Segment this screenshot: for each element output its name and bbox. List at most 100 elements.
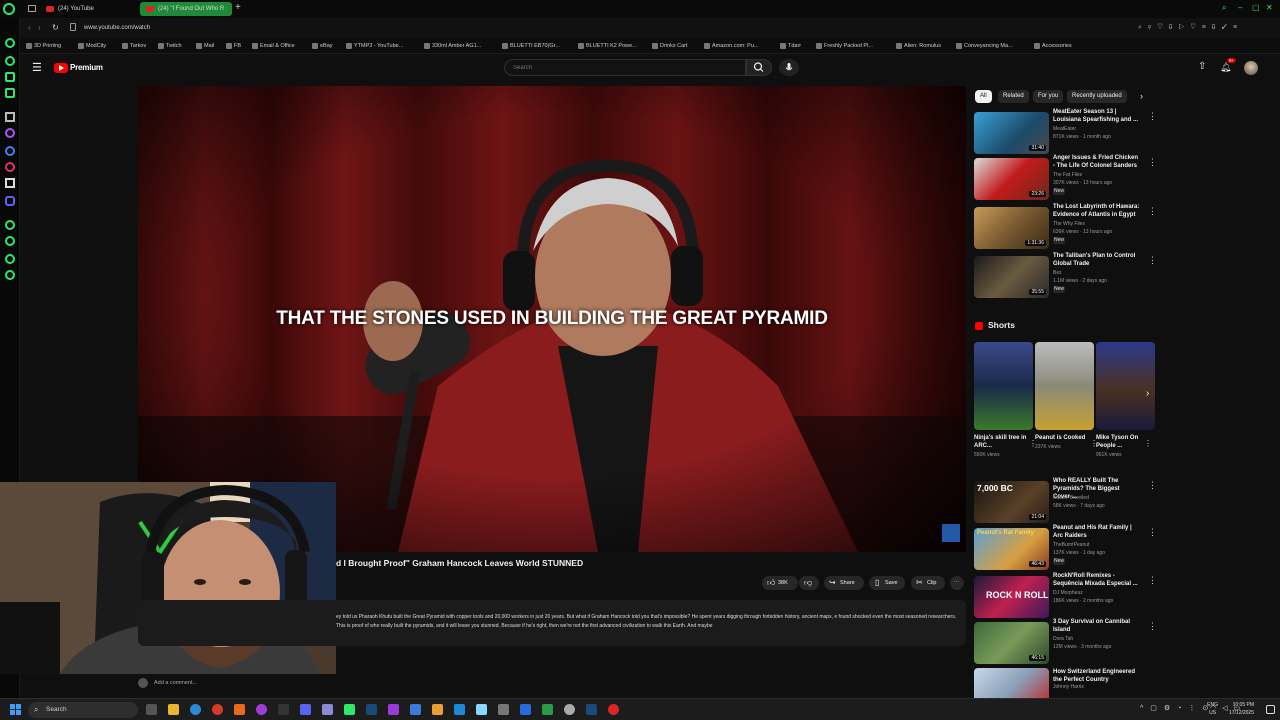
- sidebar-chat-icon[interactable]: [5, 72, 15, 82]
- sidebar-home-icon[interactable]: [5, 112, 15, 122]
- dislike-button[interactable]: 👎︎: [799, 576, 819, 590]
- bookmark-item[interactable]: Email & Office: [252, 41, 295, 51]
- recommendation-item[interactable]: 7,000 BC 21:04 Who REALLY Built The Pyra…: [974, 478, 1157, 525]
- back-icon[interactable]: ‹: [28, 22, 31, 34]
- voice-search-button[interactable]: [779, 59, 799, 76]
- bookmark-item[interactable]: Conveyancing Ma...: [956, 41, 1013, 51]
- more-vertical-icon[interactable]: ⋮: [1148, 112, 1157, 121]
- minimize-icon[interactable]: –: [1238, 3, 1242, 13]
- bookmark-item[interactable]: YTMP3 - YouTube...: [346, 41, 403, 51]
- more-vertical-icon[interactable]: ⋮: [1148, 481, 1157, 490]
- bookmark-item[interactable]: eBay: [312, 41, 333, 51]
- app-icon[interactable]: [388, 704, 399, 715]
- sidebar-discord-icon[interactable]: [5, 196, 15, 206]
- app-icon[interactable]: [520, 704, 531, 715]
- app-icon[interactable]: [344, 704, 355, 715]
- taskbar-search[interactable]: ⌕ Search: [28, 702, 138, 718]
- sidebar-instagram-icon[interactable]: [5, 162, 15, 172]
- chip-recently-uploaded[interactable]: Recently uploaded: [1067, 90, 1127, 103]
- app-icon[interactable]: [278, 704, 289, 715]
- bookmark-item[interactable]: 3D Printing: [26, 41, 61, 51]
- sidebar-more-icon[interactable]: [5, 270, 15, 280]
- bookmark-item[interactable]: Tdarr: [780, 41, 801, 51]
- recommendation-item[interactable]: How Switzerland Engineered the Perfect C…: [974, 668, 1154, 698]
- bookmark-item[interactable]: 330ml Amber AG1...: [424, 41, 481, 51]
- taskbar-clock[interactable]: 10:05 PM 17/12/2025: [1229, 701, 1254, 717]
- bookmark-item[interactable]: Accessories: [1034, 41, 1072, 51]
- youtube-logo[interactable]: Premium: [54, 62, 104, 74]
- app-icon[interactable]: [608, 704, 619, 715]
- bookmark-item[interactable]: FB: [226, 41, 241, 51]
- sidebar-settings-icon[interactable]: [5, 254, 15, 264]
- address-bar-tools-icon[interactable]: ⌕⚲♡⇩▷♡≡⇩✓≡: [1138, 22, 1243, 34]
- url-field[interactable]: www.youtube.com/watch: [84, 22, 150, 34]
- app-icon[interactable]: [498, 704, 509, 715]
- short-item[interactable]: Peanut is Cooked 237K views: [1035, 342, 1094, 450]
- chip-related[interactable]: Related: [998, 90, 1029, 103]
- sidebar-twitch-icon[interactable]: [5, 128, 15, 138]
- window-search-icon[interactable]: ⌕: [1222, 3, 1226, 13]
- search-input[interactable]: [504, 59, 746, 76]
- recommendation-item[interactable]: 35:55 The Taliban's Plan to Control Glob…: [974, 253, 1157, 300]
- settings-icon[interactable]: [564, 704, 575, 715]
- bookmark-item[interactable]: Freshly Packed Pl...: [816, 41, 873, 51]
- more-vertical-icon[interactable]: ⋮: [1148, 622, 1157, 631]
- lock-icon[interactable]: [70, 23, 76, 31]
- tab-active-video[interactable]: (24) "I Found Out Who R: [140, 2, 232, 16]
- sidebar-clock-icon[interactable]: [5, 236, 15, 246]
- clip-button[interactable]: ✂ Clip: [911, 576, 945, 590]
- bookmark-item[interactable]: Amazon.com: Pu...: [704, 41, 758, 51]
- edge-icon[interactable]: [190, 704, 201, 715]
- bookmark-item[interactable]: Mail: [196, 41, 214, 51]
- bookmark-item[interactable]: Tarkov: [122, 41, 146, 51]
- opera-gx-taskbar-icon[interactable]: [212, 704, 223, 715]
- menu-icon[interactable]: ☰: [32, 62, 42, 74]
- more-actions-button[interactable]: ⋯: [950, 576, 964, 590]
- bookmark-item[interactable]: Twitch: [158, 41, 182, 51]
- video-branding-icon[interactable]: [942, 524, 960, 542]
- sidebar-x-icon[interactable]: [5, 178, 15, 188]
- system-tray-icons[interactable]: ^▢⚙◔⋮⊙: [1140, 704, 1215, 712]
- more-vertical-icon[interactable]: ⋮: [1148, 576, 1157, 585]
- save-button[interactable]: ▯ Save: [869, 576, 905, 590]
- chips-next-icon[interactable]: ›: [1140, 90, 1143, 103]
- new-tab-icon[interactable]: +: [235, 2, 241, 14]
- app-icon[interactable]: [586, 704, 597, 715]
- bookmark-item[interactable]: BLUETTI EB70(Gr...: [502, 41, 560, 51]
- app-icon[interactable]: [322, 704, 333, 715]
- tab-youtube[interactable]: (24) YouTube: [40, 2, 136, 16]
- like-button[interactable]: 👍︎ 38K: [762, 576, 798, 590]
- bookmark-item[interactable]: BLUETTI K2 Powe...: [578, 41, 637, 51]
- bookmark-item[interactable]: Drinks Cart: [652, 41, 688, 51]
- app-icon[interactable]: [432, 704, 443, 715]
- sidebar-extensions-icon[interactable]: [5, 56, 15, 66]
- sidebar-messenger-icon[interactable]: [5, 146, 15, 156]
- sidebar-history-icon[interactable]: [5, 38, 15, 48]
- short-item[interactable]: Ninja's skill tree in ARC... 550K views: [974, 342, 1033, 458]
- sidebar-bookmarks-icon[interactable]: [5, 88, 15, 98]
- maximize-icon[interactable]: ▢: [1252, 3, 1260, 13]
- forward-icon[interactable]: ›: [38, 22, 41, 34]
- comment-input[interactable]: Add a comment...: [154, 680, 197, 686]
- recommendation-item[interactable]: 46:15 3 Day Survival on Cannibal Island …: [974, 619, 1157, 666]
- bookmark-item[interactable]: ModCity: [78, 41, 106, 51]
- chip-all[interactable]: All: [975, 90, 992, 103]
- more-vertical-icon[interactable]: ⋮: [1029, 439, 1037, 448]
- recommendation-item[interactable]: Peanut's Rat Family 46:43 Peanut and His…: [974, 525, 1157, 572]
- app-icon[interactable]: [410, 704, 421, 715]
- task-view-icon[interactable]: [146, 704, 157, 715]
- recommendation-item[interactable]: ROCK N ROLL RockN'Roll Remixes - Sequênc…: [974, 573, 1157, 620]
- more-vertical-icon[interactable]: ⋮: [1148, 158, 1157, 167]
- sidebar-player-icon[interactable]: [5, 220, 15, 230]
- reload-icon[interactable]: ↻: [52, 22, 59, 34]
- avatar[interactable]: [1244, 61, 1258, 75]
- opera-gx-icon[interactable]: [3, 3, 15, 15]
- discord-icon[interactable]: [300, 704, 311, 715]
- app-icon[interactable]: [454, 704, 465, 715]
- more-vertical-icon[interactable]: ⋮: [1148, 528, 1157, 537]
- tab-list-icon[interactable]: [28, 5, 36, 12]
- excel-icon[interactable]: [542, 704, 553, 715]
- chip-for-you[interactable]: For you: [1033, 90, 1064, 103]
- firefox-icon[interactable]: [256, 704, 267, 715]
- recommendation-item[interactable]: 23:26 Anger Issues & Fried Chicken - The…: [974, 155, 1157, 202]
